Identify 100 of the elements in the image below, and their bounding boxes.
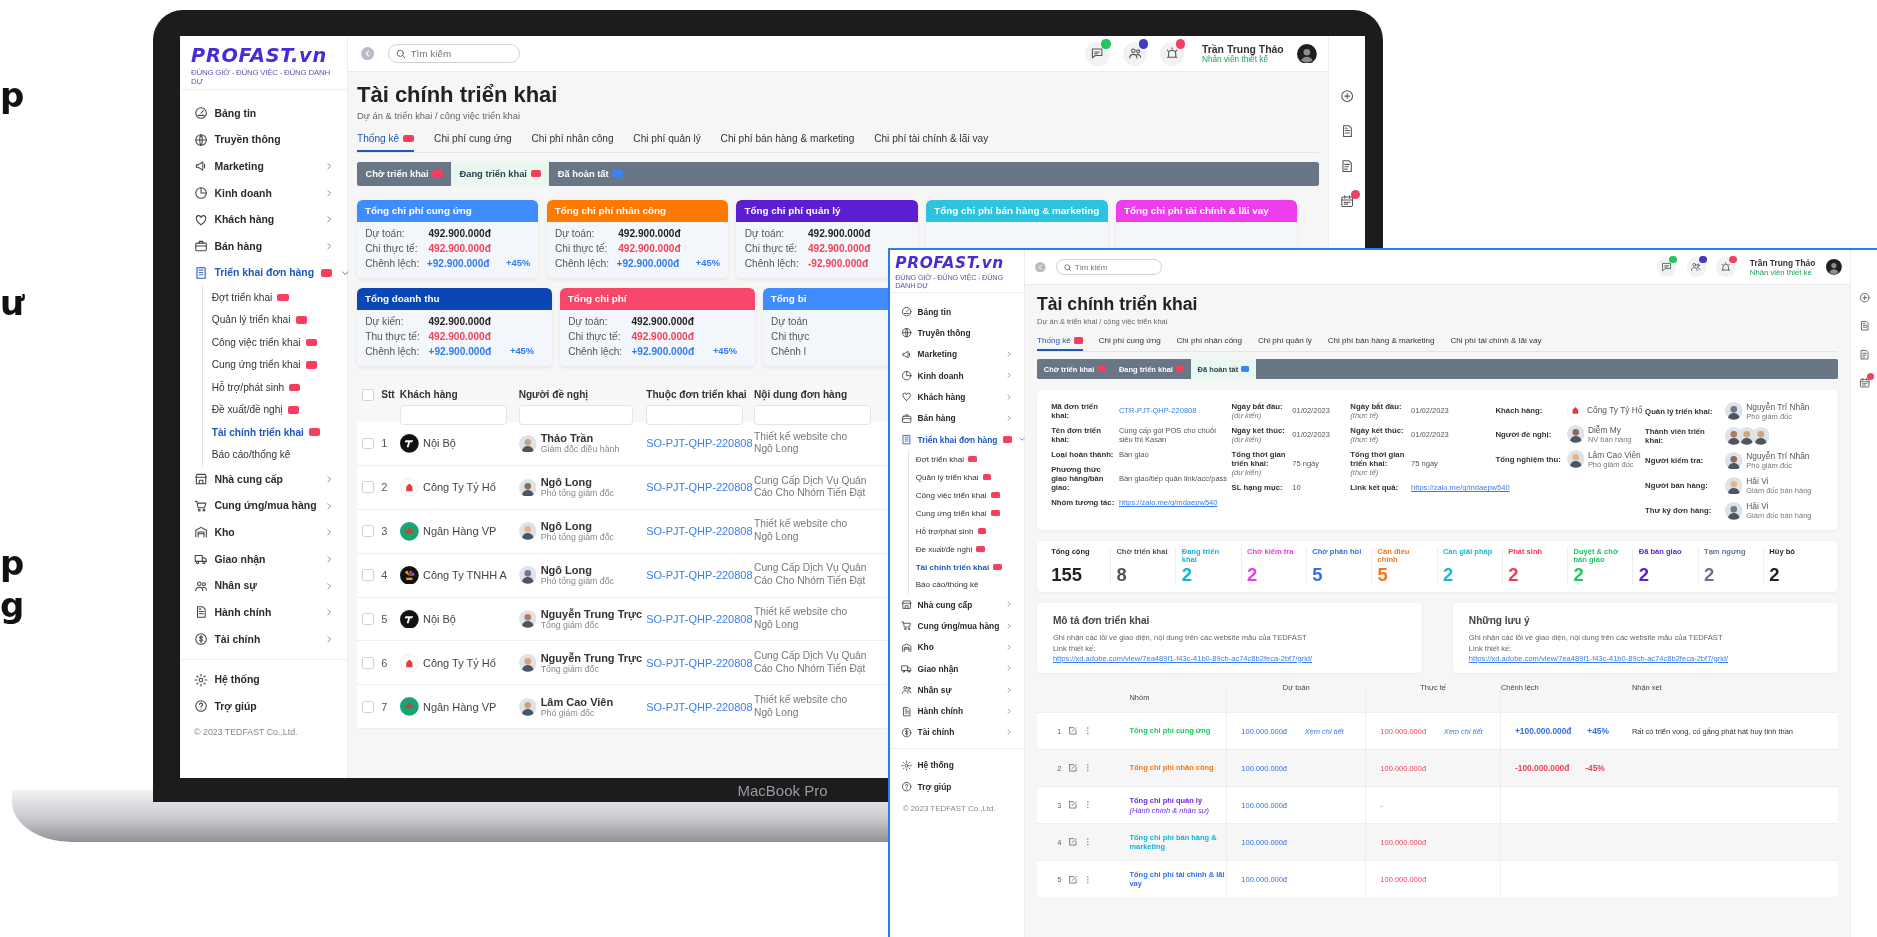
calendar-icon[interactable]: [1858, 376, 1870, 389]
sidebar-item[interactable]: Giao nhận: [890, 657, 1024, 680]
order-link[interactable]: SO-PJT-QHP-220808: [646, 525, 753, 538]
add-icon[interactable]: [1339, 88, 1354, 104]
checkbox[interactable]: [362, 613, 375, 625]
sidebar-item[interactable]: Marketing: [890, 343, 1024, 365]
order-link[interactable]: SO-PJT-QHP-220808: [646, 700, 753, 713]
sidebar-item[interactable]: Cung ứng/mua hàng: [180, 492, 348, 520]
add-icon[interactable]: [1858, 292, 1870, 304]
sidebar-item[interactable]: Đề xuất/đề nghị: [915, 540, 1024, 558]
notification-button[interactable]: [1686, 257, 1706, 277]
sidebar-item[interactable]: Trợ giúp: [180, 693, 348, 720]
sidebar-item[interactable]: Báo cáo/thống kê: [211, 443, 348, 466]
sidebar-item[interactable]: Công việc triển khai: [211, 331, 348, 354]
sidebar-item[interactable]: Cung ứng triển khai: [915, 504, 1024, 523]
search-field[interactable]: Tìm kiếm: [387, 43, 520, 64]
notification-button[interactable]: [1716, 257, 1736, 277]
sidebar-item[interactable]: Giao nhận: [180, 545, 348, 573]
back-button[interactable]: [1035, 261, 1046, 273]
sidebar-item[interactable]: Truyền thông: [180, 126, 348, 154]
tab[interactable]: Chi phí nhân công: [531, 129, 614, 152]
filter-field[interactable]: [399, 404, 507, 425]
sidebar-item[interactable]: Cung ứng triển khai: [211, 353, 348, 377]
tab[interactable]: Chi phí quản lý: [633, 129, 701, 152]
sidebar-item[interactable]: Truyền thông: [890, 322, 1024, 344]
sidebar-item[interactable]: Khách hàng: [890, 386, 1024, 408]
sidebar-item[interactable]: Nhà cung cấp: [180, 465, 348, 493]
status-tab[interactable]: Chờ triển khai: [357, 161, 452, 186]
order-link[interactable]: SO-PJT-QHP-220808: [646, 656, 753, 669]
sidebar-item[interactable]: Đề xuất/đề nghị: [211, 398, 348, 421]
notification-button[interactable]: [1160, 41, 1185, 66]
sidebar-item[interactable]: Quản lý triển khai: [211, 308, 348, 332]
tab[interactable]: Chi phí bán hàng & marketing: [1327, 333, 1435, 352]
checkbox[interactable]: [362, 700, 375, 713]
sidebar-item[interactable]: Bảng tin: [180, 99, 348, 127]
tab[interactable]: Chi phí cung ứng: [1098, 333, 1161, 352]
tab[interactable]: Chi phí tài chính & lãi vay: [874, 129, 989, 152]
sidebar-item[interactable]: Marketing: [180, 153, 348, 180]
checkbox[interactable]: [362, 656, 375, 669]
avatar-icon[interactable]: [1296, 43, 1317, 64]
tab[interactable]: Thống kê: [357, 129, 415, 152]
checkbox[interactable]: [362, 481, 375, 494]
note-icon[interactable]: [1858, 348, 1870, 360]
checkbox[interactable]: [362, 525, 375, 538]
order-link[interactable]: SO-PJT-QHP-220808: [646, 569, 753, 582]
sidebar-item[interactable]: Báo cáo/thống kê: [915, 576, 1024, 594]
note-icon[interactable]: [1339, 159, 1354, 174]
checkbox[interactable]: [362, 569, 375, 582]
sidebar-item[interactable]: Hệ thống: [180, 666, 348, 694]
sidebar-item[interactable]: Cung ứng/mua hàng: [890, 615, 1024, 637]
sidebar-item[interactable]: Bán hàng: [890, 407, 1024, 429]
tab[interactable]: Thống kê: [1037, 333, 1083, 352]
sidebar-item[interactable]: Kho: [890, 636, 1024, 658]
notification-button[interactable]: [1122, 41, 1147, 66]
sidebar-item[interactable]: Công việc triển khai: [915, 486, 1024, 505]
back-button[interactable]: [361, 47, 375, 61]
sidebar-item[interactable]: Hành chính: [180, 599, 348, 626]
sidebar-item[interactable]: Khách hàng: [180, 206, 348, 233]
calendar-icon[interactable]: [1339, 194, 1354, 209]
sidebar-item[interactable]: Đợt triển khai: [211, 286, 348, 309]
sidebar-item[interactable]: Hệ thống: [890, 754, 1024, 776]
order-link[interactable]: SO-PJT-QHP-220808: [646, 613, 753, 625]
sidebar-item[interactable]: Tài chính: [180, 625, 348, 653]
sidebar-item[interactable]: Nhân sự: [180, 572, 348, 600]
sidebar-item[interactable]: Hỗ trợ/phát sinh: [915, 522, 1024, 541]
sidebar-item[interactable]: Kinh doanh: [890, 364, 1024, 387]
notification-button[interactable]: [1656, 257, 1676, 277]
edit-icon[interactable]: [1067, 763, 1078, 773]
sidebar-item[interactable]: Tài chính triển khai: [211, 421, 348, 444]
order-link[interactable]: SO-PJT-QHP-220808: [646, 481, 753, 494]
status-tab[interactable]: Đã hoàn tất: [549, 161, 632, 186]
sidebar-item[interactable]: Đợt triển khai: [915, 450, 1024, 469]
sidebar-item[interactable]: Kinh doanh: [180, 179, 348, 207]
sidebar-item[interactable]: Nhà cung cấp: [890, 593, 1024, 616]
edit-icon[interactable]: [1067, 726, 1078, 736]
filter-field[interactable]: [646, 404, 744, 425]
edit-icon[interactable]: [1067, 837, 1078, 848]
checkbox[interactable]: [362, 437, 375, 450]
sidebar-item[interactable]: Tài chính: [890, 721, 1024, 744]
sidebar-item[interactable]: Triển khai đơn hàng: [890, 428, 1024, 451]
edit-icon[interactable]: [1067, 874, 1078, 885]
checkbox[interactable]: [362, 389, 375, 401]
sidebar-item[interactable]: Bán hàng: [180, 233, 348, 260]
order-link[interactable]: SO-PJT-QHP-220808: [646, 437, 753, 450]
filter-field[interactable]: [518, 404, 634, 425]
sidebar-item[interactable]: Kho: [180, 519, 348, 546]
sidebar-item[interactable]: Tài chính triển khai: [915, 558, 1024, 576]
sidebar-item[interactable]: Triển khai đơn hàng: [180, 259, 348, 287]
document-icon[interactable]: [1858, 320, 1870, 332]
tab[interactable]: Chi phí cung ứng: [434, 129, 512, 152]
tab[interactable]: Chi phí bán hàng & marketing: [720, 129, 855, 152]
tab[interactable]: Chi phí nhân công: [1176, 333, 1243, 352]
sidebar-item[interactable]: Quản lý triển khai: [915, 468, 1024, 487]
sidebar-item[interactable]: Trợ giúp: [890, 776, 1024, 798]
edit-icon[interactable]: [1067, 800, 1078, 811]
sidebar-item[interactable]: Nhân sự: [890, 679, 1024, 701]
notification-button[interactable]: [1085, 41, 1110, 66]
sidebar-item[interactable]: Hỗ trợ/phát sinh: [211, 376, 348, 399]
avatar-icon[interactable]: [1825, 259, 1842, 276]
filter-field[interactable]: [754, 404, 871, 425]
